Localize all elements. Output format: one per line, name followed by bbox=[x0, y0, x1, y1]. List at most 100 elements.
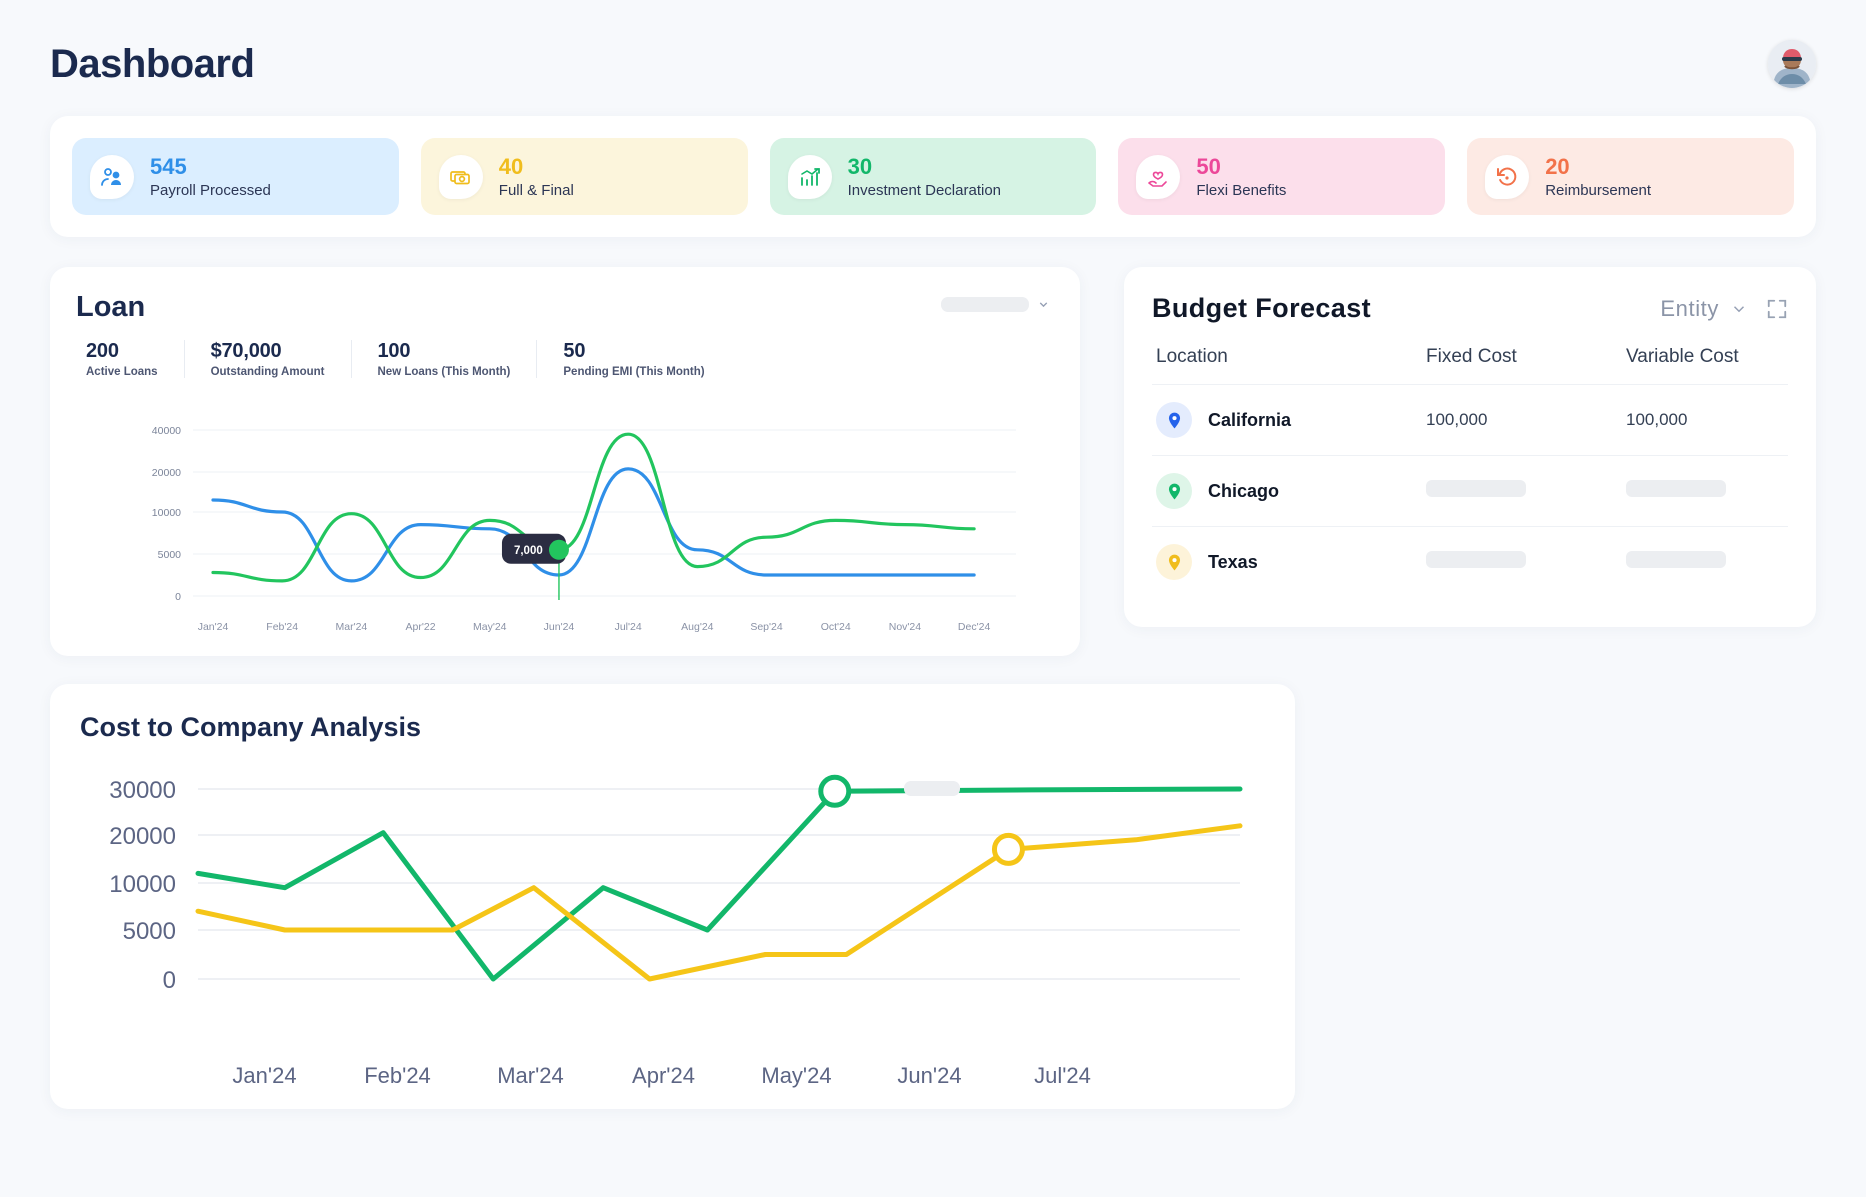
x-axis-label: Jan'24 bbox=[232, 1063, 297, 1089]
svg-text:5000: 5000 bbox=[158, 549, 182, 561]
loan-stat-pending-emi: 50 Pending EMI (This Month) bbox=[537, 340, 730, 378]
svg-text:May'24: May'24 bbox=[473, 621, 507, 633]
loan-stat-label: Active Loans bbox=[86, 366, 158, 379]
x-axis-label: Jul'24 bbox=[1034, 1063, 1091, 1089]
svg-text:Oct'24: Oct'24 bbox=[821, 621, 851, 633]
variable-cost-value: 100,000 bbox=[1626, 410, 1688, 430]
svg-text:20000: 20000 bbox=[152, 467, 181, 479]
map-pin-icon bbox=[1156, 473, 1192, 510]
stat-card-investment-declaration[interactable]: 30 Investment Declaration bbox=[769, 138, 1097, 216]
svg-text:10000: 10000 bbox=[109, 871, 176, 898]
stat-value: 30 bbox=[847, 154, 873, 179]
stat-value: 545 bbox=[150, 154, 187, 179]
svg-text:Apr'22: Apr'22 bbox=[406, 621, 436, 633]
svg-text:Feb'24: Feb'24 bbox=[266, 621, 298, 633]
table-row[interactable]: California 100,000 100,000 bbox=[1152, 385, 1788, 457]
cost-to-company-chart[interactable]: 30000 20000 10000 5000 0 bbox=[80, 767, 1265, 1057]
svg-text:20000: 20000 bbox=[109, 823, 176, 850]
loan-stat-value: 50 bbox=[563, 340, 586, 363]
loan-filter-placeholder bbox=[941, 297, 1029, 313]
loan-stat-new-loans: 100 New Loans (This Month) bbox=[352, 340, 538, 379]
svg-text:Jan'24: Jan'24 bbox=[198, 621, 229, 633]
svg-text:Jun'24: Jun'24 bbox=[544, 621, 575, 633]
svg-text:Aug'24: Aug'24 bbox=[681, 621, 714, 633]
loading-placeholder bbox=[1426, 551, 1526, 569]
budget-table-header: Location Fixed Cost Variable Cost bbox=[1152, 324, 1788, 386]
stat-value: 20 bbox=[1545, 154, 1570, 179]
loading-placeholder bbox=[1626, 480, 1726, 498]
location-cell: Texas bbox=[1156, 544, 1426, 581]
expand-icon[interactable] bbox=[1766, 298, 1788, 320]
stat-label: Flexi Benefits bbox=[1196, 182, 1287, 200]
svg-text:0: 0 bbox=[163, 967, 176, 994]
loan-stat-value: 100 bbox=[377, 340, 411, 363]
loan-filter-dropdown[interactable] bbox=[941, 297, 1050, 313]
loan-stats: 200 Active Loans $70,000 Outstanding Amo… bbox=[76, 340, 1054, 379]
location-name: Texas bbox=[1208, 551, 1258, 572]
stat-label: Payroll Processed bbox=[150, 182, 271, 200]
column-header-variable-cost: Variable Cost bbox=[1626, 346, 1739, 368]
stat-card-reimbursement[interactable]: 20 Reimbursement bbox=[1467, 138, 1794, 216]
chevron-down-icon bbox=[1733, 306, 1745, 313]
svg-text:40000: 40000 bbox=[152, 425, 181, 437]
stat-card-full-and-final[interactable]: 40 Full & Final bbox=[420, 138, 748, 216]
loan-stat-outstanding-amount: $70,000 Outstanding Amount bbox=[185, 340, 352, 379]
budget-header: Budget Forecast Entity bbox=[1152, 293, 1788, 324]
loan-chart[interactable]: 40000 20000 10000 5000 0 Jan'24 Feb'24 Mar'24 Ap… bbox=[76, 406, 1054, 634]
location-name: Chicago bbox=[1208, 480, 1280, 501]
svg-text:Sep'24: Sep'24 bbox=[750, 621, 783, 633]
ctc-x-axis-labels: Jan'24 Feb'24 Mar'24 Apr'24 May'24 Jun'24 Jul'… bbox=[198, 1063, 1265, 1089]
svg-text:30000: 30000 bbox=[109, 777, 176, 804]
users-icon bbox=[90, 154, 134, 199]
svg-text:Dec'24: Dec'24 bbox=[958, 621, 991, 633]
loan-stat-label: Pending EMI (This Month) bbox=[563, 366, 705, 379]
svg-text:7,000: 7,000 bbox=[514, 545, 543, 557]
avatar[interactable] bbox=[1768, 40, 1816, 88]
loan-chart-svg: 40000 20000 10000 5000 0 Jan'24 Feb'24 Mar'24 Ap… bbox=[152, 425, 1016, 633]
hand-heart-icon bbox=[1136, 154, 1181, 199]
budget-tools: Entity bbox=[1660, 296, 1788, 322]
loading-placeholder bbox=[1626, 551, 1726, 569]
fixed-cost-value bbox=[1426, 480, 1626, 502]
column-header-fixed-cost: Fixed Cost bbox=[1426, 346, 1517, 368]
chevron-down-icon bbox=[1039, 302, 1048, 308]
ctc-title: Cost to Company Analysis bbox=[80, 712, 422, 743]
loan-stat-label: New Loans (This Month) bbox=[377, 366, 511, 379]
table-row[interactable]: Texas bbox=[1152, 527, 1788, 597]
loan-stat-label: Outstanding Amount bbox=[210, 366, 325, 379]
cost-to-company-panel: Cost to Company Analysis 30000 20000 10000… bbox=[50, 684, 1295, 1110]
loading-placeholder bbox=[1426, 480, 1526, 498]
table-row[interactable]: Chicago bbox=[1152, 456, 1788, 528]
refund-icon bbox=[1485, 154, 1530, 199]
x-axis-label: Feb'24 bbox=[364, 1063, 431, 1089]
stat-value: 50 bbox=[1196, 154, 1221, 179]
fixed-cost-value: 100,000 bbox=[1426, 410, 1488, 430]
svg-text:Nov'24: Nov'24 bbox=[889, 621, 922, 633]
stat-value: 40 bbox=[498, 154, 524, 179]
budget-forecast-panel: Budget Forecast Entity Location Fixed Co… bbox=[1124, 267, 1816, 628]
stat-label: Full & Final bbox=[498, 182, 574, 200]
entity-dropdown[interactable]: Entity bbox=[1660, 296, 1748, 322]
x-axis-label: Jun'24 bbox=[897, 1063, 962, 1089]
svg-text:10000: 10000 bbox=[152, 507, 181, 519]
location-name: California bbox=[1208, 409, 1292, 430]
column-header-location: Location bbox=[1156, 346, 1228, 368]
mid-row: Loan 200 Active Loans $70,000 Outstandin… bbox=[50, 267, 1816, 657]
entity-label: Entity bbox=[1660, 295, 1719, 321]
stat-card-flexi-benefits[interactable]: 50 Flexi Benefits bbox=[1118, 138, 1446, 216]
stat-label: Investment Declaration bbox=[847, 182, 1001, 200]
stats-strip: 545 Payroll Processed 40 Full & Final 30… bbox=[50, 116, 1816, 238]
svg-text:Jul'24: Jul'24 bbox=[615, 621, 642, 633]
svg-text:Mar'24: Mar'24 bbox=[335, 621, 367, 633]
svg-text:0: 0 bbox=[175, 591, 181, 603]
loading-placeholder bbox=[904, 781, 960, 797]
loan-stat-value: 200 bbox=[86, 340, 119, 363]
x-axis-label: Apr'24 bbox=[632, 1063, 695, 1089]
stat-card-payroll-processed[interactable]: 545 Payroll Processed bbox=[72, 138, 399, 216]
x-axis-label: May'24 bbox=[761, 1063, 832, 1089]
page-title: Dashboard bbox=[50, 41, 255, 86]
svg-text:5000: 5000 bbox=[123, 918, 176, 945]
chart-bar-icon bbox=[787, 154, 832, 199]
loan-stat-active-loans: 200 Active Loans bbox=[76, 340, 185, 379]
ctc-chart-svg: 30000 20000 10000 5000 0 bbox=[109, 775, 1243, 994]
